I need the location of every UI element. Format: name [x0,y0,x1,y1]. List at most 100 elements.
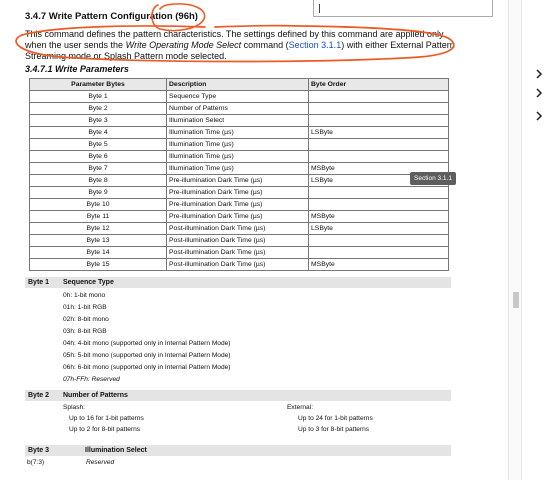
byte1-title: Sequence Type [63,279,114,286]
chevron-right-icon[interactable] [535,69,543,79]
external-label: External: [287,404,314,411]
byte-order-cell [308,198,449,211]
description-cell: Illumination Time (µs) [166,150,309,163]
write-parameters-table: Parameter Bytes Description Byte Order B… [29,78,449,271]
table-row: Byte 6 Illumination Time (µs) [29,150,449,163]
table-header: Description [166,78,309,91]
table-row: Byte 15 Post-illumination Dark Time (µs) M… [29,258,449,271]
para-command-name: Write Operating Mode Select [125,40,242,50]
list-item: Up to 24 for 1-bit patterns [298,415,373,422]
description-paragraph: This command defines the pattern charact… [25,29,455,62]
byte-order-cell [308,234,449,247]
parameter-byte-cell: Byte 4 [29,126,167,139]
byte3-header-bar: Byte 3 Illumination Select [25,445,451,456]
chevron-right-icon[interactable] [535,88,543,98]
byte-order-cell [308,246,449,259]
parameter-byte-cell: Byte 10 [29,198,167,211]
table-header: Parameter Bytes [29,78,167,91]
parameter-byte-cell: Byte 2 [29,102,167,115]
list-item: 01h: 1-bit RGB [63,304,107,311]
byte1-header-bar: Byte 1 Sequence Type [25,277,451,288]
byte-order-cell: LSByte [308,222,449,235]
byte-order-cell: MSByte [308,258,449,271]
para-text-2: command ( [241,40,289,50]
byte1-label: Byte 1 [28,279,50,286]
description-cell: Pre-illumination Dark Time (µs) [166,174,309,187]
parameter-byte-cell: Byte 1 [29,90,167,103]
list-item: Up to 2 for 8-bit patterns [69,426,141,433]
description-cell: Illumination Select [166,114,309,127]
parameter-byte-cell: Byte 6 [29,150,167,163]
list-item: 04h: 4-bit mono (supported only in Inter… [63,340,231,347]
byte2-label: Byte 2 [28,392,50,399]
document-page: 3.4.7 Write Pattern Configuration (96h) … [0,0,508,480]
text-cursor [319,4,320,13]
parameter-byte-cell: Byte 5 [29,138,167,151]
table-row: Byte 8 Pre-illumination Dark Time (µs) LSB… [29,174,449,187]
table-header: Byte Order [308,78,449,91]
parameter-byte-cell: Byte 14 [29,246,167,259]
description-cell: Post-illumination Dark Time (µs) [166,222,309,235]
parameter-byte-cell: Byte 9 [29,186,167,199]
table-row: Byte 11 Pre-illumination Dark Time (µs) MS… [29,210,449,223]
parameter-byte-cell: Byte 15 [29,258,167,271]
description-cell: Illumination Time (µs) [166,162,309,175]
description-cell: Post-illumination Dark Time (µs) [166,234,309,247]
description-cell: Number of Patterns [166,102,309,115]
byte-order-cell [308,138,449,151]
description-cell: Post-illumination Dark Time (µs) [166,258,309,271]
bit-label: b(7:3) [27,459,45,466]
description-cell: Pre-illumination Dark Time (µs) [166,186,309,199]
table-row: Byte 9 Pre-illumination Dark Time (µs) [29,186,449,199]
table-header-row: Parameter Bytes Description Byte Order [29,78,449,91]
list-item: 0h: 1-bit mono [63,292,106,299]
table-row: Byte 14 Post-illumination Dark Time (µs) [29,246,449,259]
byte3-label: Byte 3 [28,447,50,454]
list-item: Up to 16 for 1-bit patterns [69,415,144,422]
byte2-title: Number of Patterns [63,392,128,399]
byte-order-cell: LSByte [308,126,449,139]
table-row: Byte 12 Post-illumination Dark Time (µs) L… [29,222,449,235]
byte-order-cell [308,102,449,115]
bit-value: Reserved [86,459,115,466]
parameter-byte-cell: Byte 13 [29,234,167,247]
parameter-byte-cell: Byte 8 [29,174,167,187]
description-cell: Post-illumination Dark Time (µs) [166,246,309,259]
byte-order-cell: MSByte [308,210,449,223]
list-item: 06h: 6-bit mono (supported only in Inter… [63,364,231,371]
parameter-byte-cell: Byte 3 [29,114,167,127]
table-row: Byte 1 Sequence Type [29,90,449,103]
right-side-panel [522,0,552,480]
byte3-title: Illumination Select [85,447,147,454]
link-tooltip: Section 3.1.1 [410,172,456,185]
description-cell: Pre-illumination Dark Time (µs) [166,198,309,211]
description-cell: Illumination Time (µs) [166,138,309,151]
byte-order-cell [308,114,449,127]
byte2-header-bar: Byte 2 Number of Patterns [25,390,451,401]
scrollbar-thumb[interactable] [513,292,519,308]
splash-label: Splash: [63,404,85,411]
table-row: Byte 5 Illumination Time (µs) [29,138,449,151]
vertical-scrollbar[interactable] [508,0,522,480]
table-row: Byte 13 Post-illumination Dark Time (µs) [29,234,449,247]
list-item: Up to 3 for 8-bit patterns [298,426,370,433]
parameter-byte-cell: Byte 11 [29,210,167,223]
table-row: Byte 7 Illumination Time (µs) MSByte [29,162,449,175]
parameter-byte-cell: Byte 7 [29,162,167,175]
list-item: 02h: 8-bit mono [63,316,109,323]
table-row: Byte 2 Number of Patterns [29,102,449,115]
table-row: Byte 3 Illumination Select [29,114,449,127]
table-row: Byte 4 Illumination Time (µs) LSByte [29,126,449,139]
subsection-title: 3.4.7.1 Write Parameters [25,64,129,74]
list-item: 05h: 5-bit mono (supported only in Inter… [63,352,231,359]
search-input[interactable] [313,0,493,17]
byte-order-cell [308,90,449,103]
table-row: Byte 10 Pre-illumination Dark Time (µs) [29,198,449,211]
list-item: 03h: 8-bit RGB [63,328,107,335]
byte-order-cell [308,186,449,199]
section-link[interactable]: Section 3.1.1 [289,40,342,50]
description-cell: Sequence Type [166,90,309,103]
parameter-byte-cell: Byte 12 [29,222,167,235]
chevron-right-icon[interactable] [535,111,543,121]
list-item: 07h-FFh: Reserved [63,376,120,383]
